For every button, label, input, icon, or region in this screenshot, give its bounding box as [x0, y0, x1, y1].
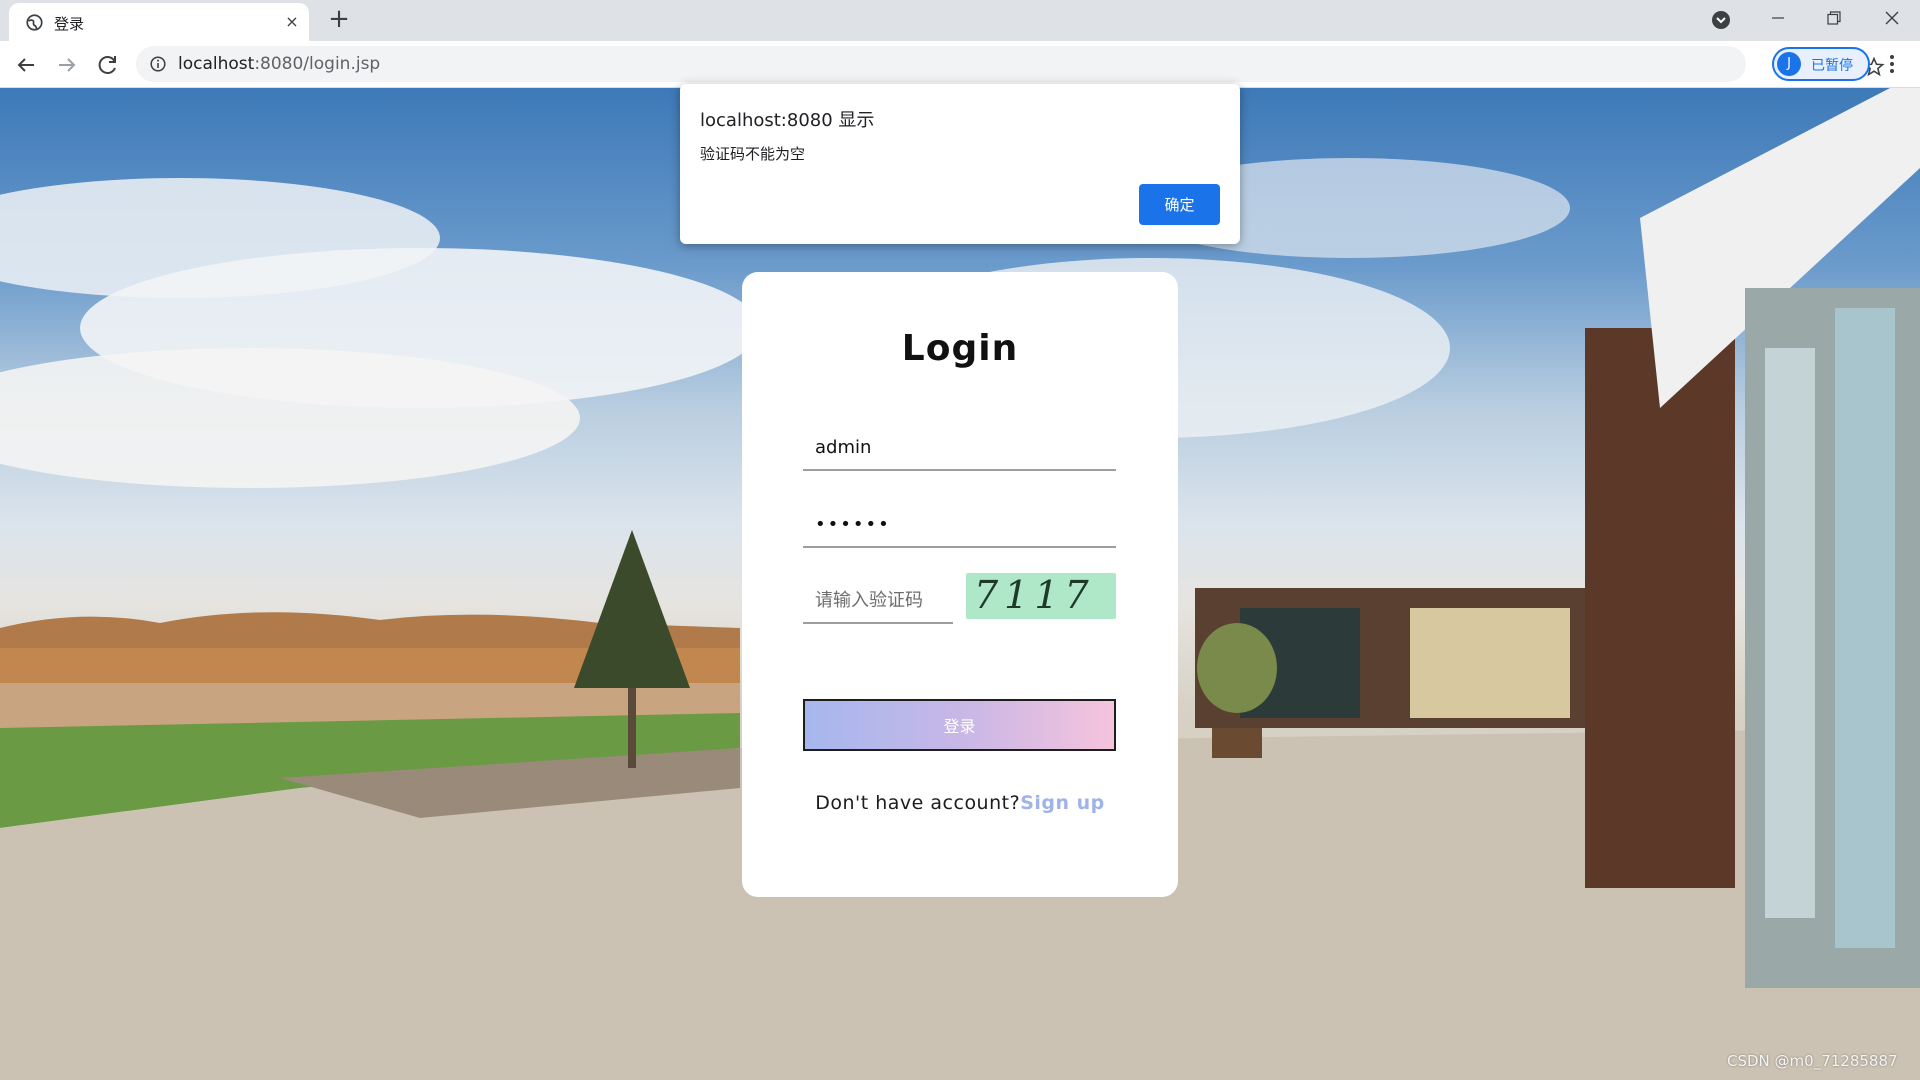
new-tab-button[interactable]: +	[325, 6, 353, 34]
alert-message: 验证码不能为空	[700, 145, 806, 163]
address-bar[interactable]: localhost:8080/login.jsp	[136, 46, 1885, 82]
page-title: Login	[901, 328, 1019, 369]
url-text: localhost:8080/login.jsp	[178, 54, 380, 74]
captcha-code: 7117	[974, 573, 1095, 617]
reload-icon[interactable]	[94, 51, 122, 79]
minimize-icon[interactable]	[1750, 0, 1806, 36]
forward-icon[interactable]	[53, 51, 81, 79]
captcha-image[interactable]: 7117	[966, 573, 1116, 619]
alert-title: localhost:8080 显示	[700, 110, 875, 131]
more-menu-icon[interactable]	[1882, 51, 1902, 77]
alert-ok-button[interactable]: 确定	[1139, 184, 1220, 225]
signup-link[interactable]: Sign up	[1020, 792, 1105, 814]
signup-prompt-text: Don't have account?	[815, 792, 1021, 814]
close-window-icon[interactable]	[1864, 0, 1920, 36]
url-host: localhost	[178, 54, 255, 74]
password-field[interactable]	[803, 502, 1116, 548]
tab-search-icon[interactable]	[1711, 10, 1731, 30]
username-field[interactable]	[803, 425, 1116, 471]
login-button[interactable]: 登录	[803, 699, 1116, 751]
signup-prompt: Don't have account?Sign up	[742, 792, 1178, 814]
maximize-icon[interactable]	[1806, 0, 1862, 36]
browser-tab-strip: 登录 × +	[0, 0, 1920, 41]
globe-icon	[26, 14, 43, 31]
profile-button[interactable]: J 已暂停	[1772, 47, 1870, 81]
browser-toolbar: localhost:8080/login.jsp J 已暂停	[0, 41, 1920, 88]
url-path: :8080/login.jsp	[254, 54, 381, 74]
browser-tab[interactable]: 登录 ×	[9, 3, 309, 41]
info-icon[interactable]	[150, 56, 166, 72]
profile-status-label: 已暂停	[1811, 58, 1853, 74]
avatar: J	[1777, 52, 1801, 76]
watermark-credit: CSDN @m0_71285887	[1727, 1052, 1898, 1070]
back-icon[interactable]	[12, 51, 40, 79]
alert-dialog: localhost:8080 显示 验证码不能为空 确定	[680, 84, 1240, 244]
tab-title: 登录	[54, 15, 85, 33]
captcha-input[interactable]	[803, 578, 953, 624]
tab-close-icon[interactable]: ×	[281, 11, 303, 33]
